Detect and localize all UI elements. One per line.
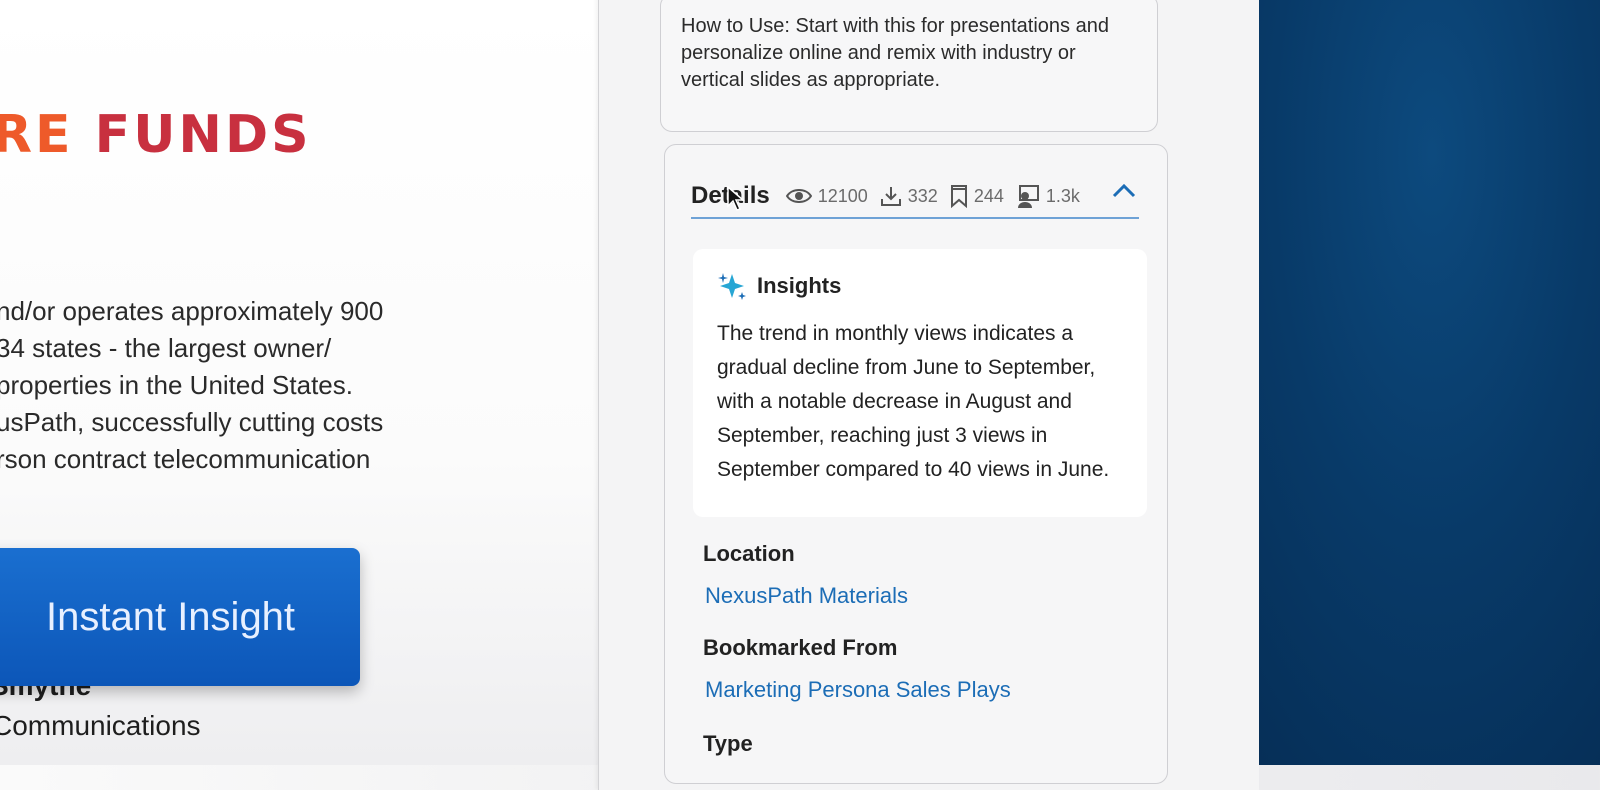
download-icon: [880, 187, 901, 206]
location-link[interactable]: NexusPath Materials: [705, 583, 908, 609]
body-line: rson contract telecommunication: [0, 444, 371, 474]
how-to-use-card: How to Use: Start with this for presenta…: [660, 0, 1158, 132]
body-line: usPath, successfully cutting costs: [0, 407, 384, 437]
bookmarked-from-link[interactable]: Marketing Persona Sales Plays: [705, 677, 1011, 703]
insights-title: Insights: [757, 273, 842, 298]
insights-text: The trend in monthly views indicates a g…: [717, 322, 1110, 481]
chevron-up-icon[interactable]: [1111, 181, 1137, 199]
details-header[interactable]: Details 12100 332 244: [691, 175, 1139, 219]
instant-insight-button[interactable]: Instant Insight: [0, 548, 360, 686]
presenter-icon: [1017, 185, 1039, 208]
location-label: Location: [703, 541, 795, 566]
bookmark-icon: [950, 185, 967, 208]
bookmarks-count: 244: [973, 185, 1004, 206]
insights-header: Insights: [717, 271, 1123, 301]
bookmarked-from-label: Bookmarked From: [703, 635, 898, 660]
company-logo: RE FUNDS: [0, 105, 312, 165]
body-line: nd/or operates approximately 900: [0, 296, 384, 326]
document-slide: RE FUNDS nd/or operates approximately 90…: [0, 0, 600, 765]
sparkle-icon: [718, 273, 746, 300]
person-title: Communications: [0, 710, 201, 741]
eye-icon: [785, 189, 812, 203]
presentations-count: 1.3k: [1045, 185, 1080, 206]
body-line: 34 states - the largest owner/: [0, 333, 332, 363]
presentations-stat: 1.3k: [1016, 184, 1080, 208]
insights-box: Insights The trend in monthly views indi…: [693, 249, 1147, 517]
downloads-stat: 332: [880, 185, 938, 207]
bookmarks-stat: 244: [950, 184, 1004, 208]
slide-body-text: nd/or operates approximately 900 34 stat…: [0, 293, 456, 478]
details-card: Details 12100 332 244: [664, 144, 1168, 784]
views-count: 12100: [817, 185, 868, 206]
downloads-count: 332: [907, 185, 938, 206]
mouse-cursor-icon: [727, 186, 745, 211]
body-line: properties in the United States.: [0, 370, 353, 400]
type-label: Type: [703, 731, 753, 756]
views-stat: 12100: [785, 185, 868, 207]
